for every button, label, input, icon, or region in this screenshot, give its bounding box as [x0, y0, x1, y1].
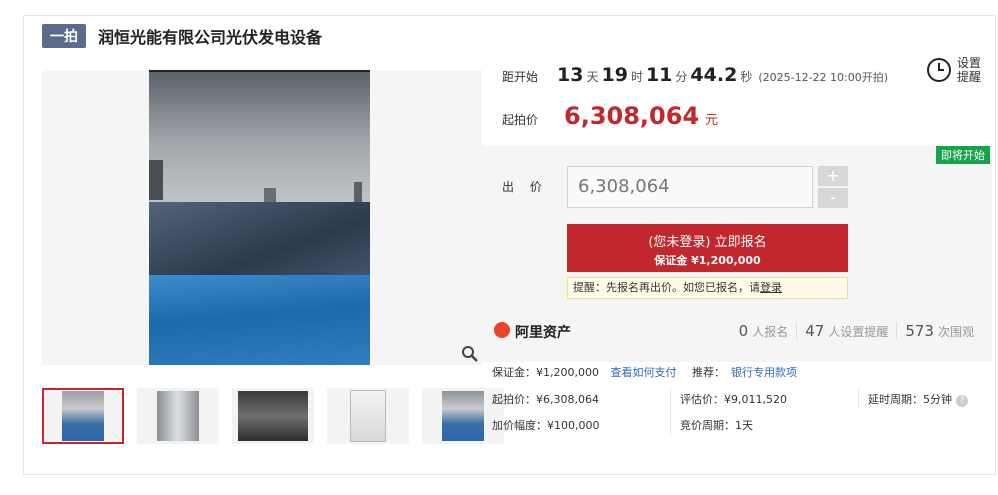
tip-text: 提醒：先报名再出价。如您已报名，请: [573, 281, 760, 294]
how-to-pay-link[interactable]: 查看如何支付: [610, 366, 676, 379]
solar-panels-image: [149, 202, 370, 282]
countdown-label: 距开始: [502, 70, 539, 84]
start-price-value: 6,308,064: [564, 102, 700, 130]
views-label: 次围观: [937, 325, 974, 339]
main-photo-viewer[interactable]: [42, 70, 482, 365]
detail-bid-period: 竞价周期：1天: [680, 419, 753, 432]
reminders-count: 47: [805, 322, 825, 340]
detail-extension: 延时周期：5分钟?: [868, 391, 968, 407]
signups-count: 0: [738, 322, 749, 340]
help-icon[interactable]: ?: [956, 395, 968, 407]
platform-name: 阿里资产: [515, 325, 571, 341]
thumbnail-1[interactable]: [42, 388, 124, 444]
zoom-icon[interactable]: [461, 345, 479, 363]
extension-text: 延时周期：5分钟: [868, 393, 952, 406]
page-title: 润恒光能有限公司光伏发电设备: [98, 28, 323, 47]
countdown-hours: 19: [601, 64, 628, 86]
hours-unit: 时: [630, 70, 643, 84]
seconds-unit: 秒: [740, 70, 753, 84]
ali-assets-logo-icon: [494, 322, 510, 338]
platform-row: 阿里资产 0 人报名 47 人设置提醒 573 次围观: [482, 310, 992, 354]
thumbnail-4[interactable]: [327, 388, 409, 444]
bid-amount-input[interactable]: 6,308,064: [567, 166, 813, 208]
auction-type-badge: 一拍: [42, 24, 86, 48]
views-count: 573: [905, 322, 934, 340]
login-tip: 提醒：先报名再出价。如您已报名，请登录: [567, 277, 848, 299]
detail-appraisal: 评估价：¥9,011,520: [680, 393, 787, 406]
bid-stepper: + -: [818, 166, 848, 210]
countdown: 距开始 13 天 19 时 11 分 44.2 秒 (2025-12-22 10:00开…: [502, 64, 888, 86]
start-price-label: 起拍价: [502, 113, 539, 127]
signup-label: (您未登录) 立即报名: [648, 235, 767, 250]
login-link[interactable]: 登录: [760, 281, 782, 294]
alarm-clock-icon: [927, 58, 951, 82]
signup-deposit: 保证金 ¥1,200,000: [654, 254, 761, 267]
title-row: 一拍 润恒光能有限公司光伏发电设备: [42, 24, 322, 48]
main-photo: [149, 70, 370, 365]
bank-funds-link[interactable]: 银行专用款项: [731, 366, 797, 379]
set-reminder-button[interactable]: 设置 提醒: [927, 56, 981, 84]
minutes-unit: 分: [675, 70, 688, 84]
start-price-unit: 元: [705, 113, 719, 128]
start-price-row: 起拍价 6,308,064 元: [502, 102, 718, 130]
deposit-text: 保证金：¥1,200,000: [492, 366, 599, 379]
thumbnail-strip: [42, 388, 517, 444]
deposit-info: 保证金：¥1,200,000 查看如何支付 推荐： 银行专用款项: [492, 364, 797, 380]
reminder-line2: 提醒: [957, 70, 982, 84]
status-badge: 即将开始: [936, 146, 990, 164]
reminder-line1: 设置: [957, 56, 982, 70]
thumbnail-3[interactable]: [232, 388, 314, 444]
auction-stats: 0 人报名 47 人设置提醒 573 次围观: [731, 322, 982, 340]
reminders-label: 人设置提醒: [828, 325, 889, 339]
recommend-label: 推荐：: [691, 366, 725, 379]
signups-label: 人报名: [752, 325, 789, 339]
thumbnail-2[interactable]: [137, 388, 219, 444]
countdown-seconds: 44.2: [690, 64, 738, 86]
countdown-minutes: 11: [645, 64, 673, 86]
countdown-days: 13: [557, 64, 584, 86]
decrease-bid-button[interactable]: -: [818, 188, 848, 208]
detail-increment: 加价幅度：¥100,000: [492, 419, 600, 432]
start-time: (2025-12-22 10:00开拍): [758, 71, 889, 84]
increase-bid-button[interactable]: +: [818, 166, 848, 186]
detail-start-price: 起拍价：¥6,308,064: [492, 393, 599, 406]
signup-button[interactable]: (您未登录) 立即报名 保证金 ¥1,200,000: [567, 224, 848, 272]
blue-roof-image: [149, 275, 370, 365]
bid-label: 出 价: [502, 180, 548, 194]
days-unit: 天: [586, 70, 599, 84]
